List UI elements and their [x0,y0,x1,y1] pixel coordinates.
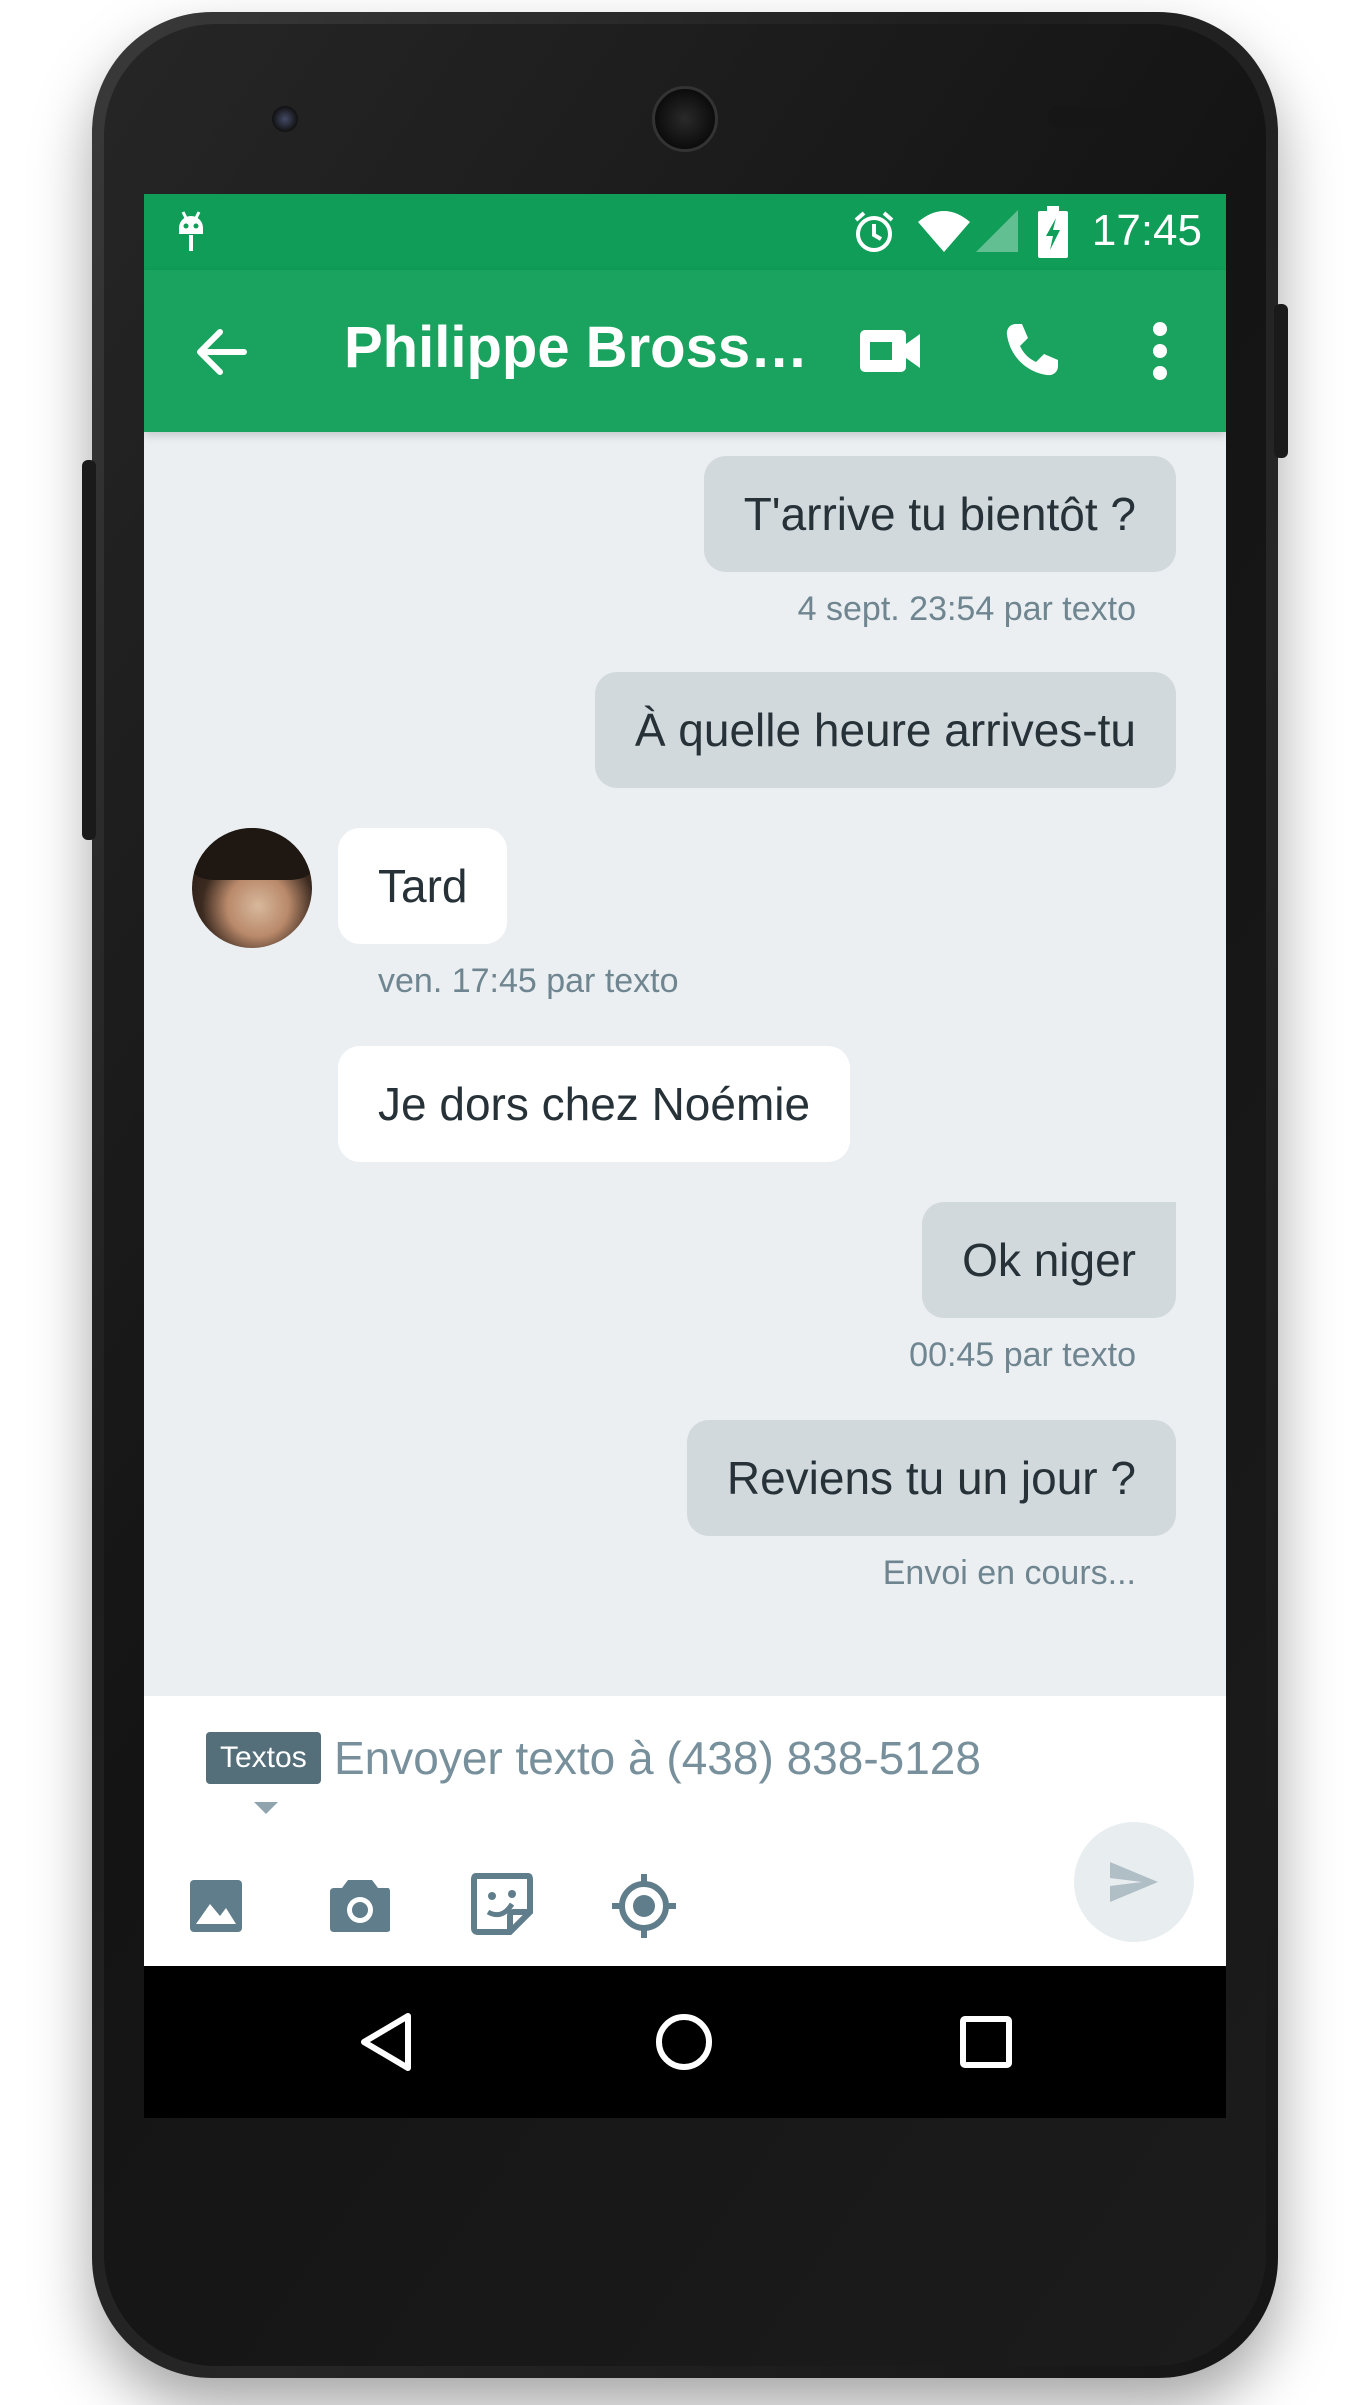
android-icon [179,211,203,251]
signal-icon [976,210,1018,252]
message-send-status: Envoi en cours... [882,1554,1136,1592]
screen: 17:45 Philippe Brosse… T'arrive tu bient… [144,194,1226,2118]
message-bubble-outgoing[interactable]: À quelle heure arrives-tu [594,672,1176,788]
video-call-icon[interactable] [858,326,922,376]
nav-home-icon[interactable] [654,2012,714,2072]
battery-charging-icon [1038,206,1068,258]
message-input[interactable] [334,1726,1034,1790]
message-bubble-outgoing[interactable]: Reviens tu un jour ? [686,1420,1176,1536]
message-list[interactable]: T'arrive tu bientôt ? 4 sept. 23:54 par … [144,432,1226,1696]
send-mode-selector[interactable]: Textos [206,1732,321,1784]
message-bubble-incoming[interactable]: Tard [338,828,508,944]
send-button[interactable] [1074,1822,1194,1942]
volume-button [82,460,96,840]
contact-avatar[interactable] [192,828,312,948]
avatar-hair [192,828,312,880]
status-bar: 17:45 [144,194,1226,270]
message-meta: 00:45 par texto [909,1336,1136,1374]
camera-icon[interactable] [328,1876,392,1934]
image-icon[interactable] [188,1878,244,1934]
message-bubble-outgoing[interactable]: T'arrive tu bientôt ? [703,456,1176,572]
sticker-icon[interactable] [470,1872,534,1936]
message-bubble-outgoing[interactable]: Ok niger [922,1202,1176,1318]
power-button [1274,304,1288,458]
more-vert-icon[interactable] [1148,320,1172,382]
contact-name[interactable]: Philippe Brosse… [344,314,814,381]
earpiece-speaker [652,86,718,152]
alarm-icon [854,211,894,252]
chevron-down-icon[interactable] [254,1802,278,1816]
message-bubble-incoming[interactable]: Je dors chez Noémie [338,1046,851,1162]
composer: Textos [144,1696,1226,1966]
location-icon[interactable] [610,1872,678,1940]
proximity-sensor [1048,106,1118,128]
phone-icon[interactable] [1002,320,1062,380]
nav-recents-icon[interactable] [960,2016,1012,2068]
back-arrow-icon[interactable] [194,324,250,380]
wifi-icon [918,211,970,252]
navigation-bar [144,1966,1226,2118]
message-meta: ven. 17:45 par texto [378,962,679,1000]
nav-back-icon[interactable] [358,2012,414,2072]
app-bar: Philippe Brosse… [144,270,1226,432]
send-icon [1110,1862,1158,1902]
status-time: 17:45 [1091,206,1202,255]
front-camera [272,106,298,132]
message-meta: 4 sept. 23:54 par texto [797,590,1136,628]
